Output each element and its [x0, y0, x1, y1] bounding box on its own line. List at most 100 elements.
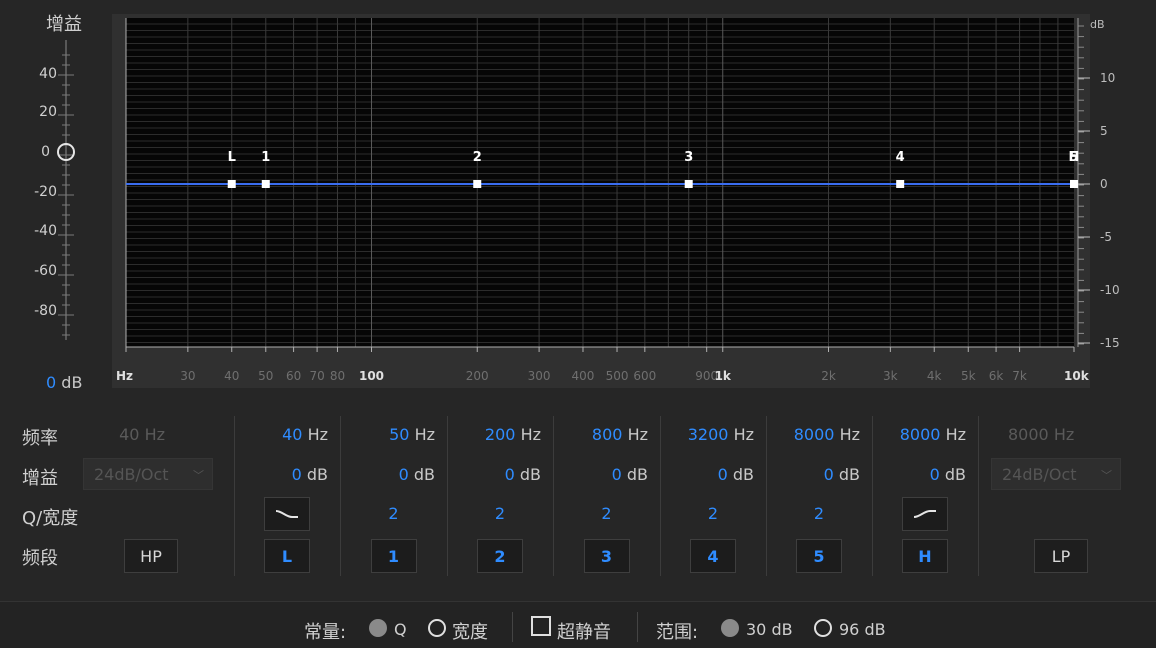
band-L-gain[interactable]: 0 dB	[234, 465, 328, 484]
divider	[637, 612, 638, 642]
right-axis-tick-label: 0	[1100, 177, 1108, 191]
band-H-button[interactable]: H	[902, 539, 948, 573]
frequency-tick-label: Hz	[116, 369, 133, 383]
frequency-tick-label: 200	[466, 369, 489, 383]
band-1-frequency[interactable]: 50 Hz	[340, 425, 435, 444]
gain-slider-label: 增益	[46, 14, 82, 35]
right-axis-tick-label: 10	[1100, 71, 1115, 85]
hp-slope-select[interactable]: 24dB/Oct ﹀	[83, 458, 213, 490]
band-3-frequency[interactable]: 800 Hz	[553, 425, 648, 444]
frequency-tick-label: 1k	[715, 369, 732, 383]
row-label-q-width: Q/宽度	[22, 508, 79, 529]
row-label-band: 频段	[22, 548, 58, 569]
band-1-button[interactable]: 1	[370, 539, 417, 573]
gain-tick-label: 20	[39, 104, 57, 120]
right-axis-tick-label: 5	[1100, 124, 1108, 138]
band-handle-2[interactable]	[473, 180, 482, 188]
gain-slider-track[interactable]	[54, 40, 84, 360]
row-label-frequency: 频率	[22, 428, 58, 449]
high-shelf-icon	[913, 510, 936, 518]
frequency-tick-label: 6k	[989, 369, 1004, 383]
ultra-quiet-label[interactable]: 超静音	[557, 618, 611, 644]
frequency-tick-label: 7k	[1012, 369, 1027, 383]
low-shelf-type-button[interactable]	[264, 497, 310, 531]
gain-readout[interactable]: 0 dB	[46, 373, 82, 392]
divider	[512, 612, 513, 642]
band-2-q[interactable]: 2	[480, 504, 520, 523]
band-5-q[interactable]: 2	[799, 504, 839, 523]
gain-tick-label: -40	[34, 223, 57, 239]
band-handle-1[interactable]	[261, 180, 270, 188]
frequency-tick-label: 3k	[883, 369, 898, 383]
range-30db-label[interactable]: 30 dB	[746, 620, 793, 639]
width-radio-label[interactable]: 宽度	[452, 618, 488, 644]
gain-tick-label: -20	[34, 184, 57, 200]
chevron-down-icon: ﹀	[1101, 469, 1112, 482]
low-shelf-icon	[275, 510, 298, 518]
right-axis-tick-label: -15	[1100, 336, 1120, 350]
frequency-tick-label: 80	[330, 369, 345, 383]
frequency-tick-label: 50	[258, 369, 273, 383]
band-handle-3[interactable]	[684, 180, 693, 188]
range-30db-radio[interactable]	[721, 619, 739, 637]
band-handle-label: 3	[684, 150, 693, 165]
band-4-button[interactable]: 4	[690, 539, 736, 573]
band-L-button[interactable]: L	[264, 539, 310, 573]
hp-frequency[interactable]: 40 Hz	[100, 425, 165, 444]
band-1-gain[interactable]: 0 dB	[340, 465, 435, 484]
band-2-button[interactable]: 2	[477, 539, 523, 573]
band-1-q[interactable]: 2	[374, 504, 414, 523]
band-handle-4[interactable]	[896, 180, 905, 188]
high-shelf-type-button[interactable]	[902, 497, 948, 531]
band-4-frequency[interactable]: 3200 Hz	[660, 425, 754, 444]
band-4-q[interactable]: 2	[693, 504, 733, 523]
lp-slope-select[interactable]: 24dB/Oct ﹀	[991, 458, 1121, 490]
band-5-button[interactable]: 5	[796, 539, 842, 573]
range-96db-radio[interactable]	[814, 619, 832, 637]
frequency-tick-label: 500	[606, 369, 629, 383]
frequency-tick-label: 100	[359, 369, 384, 383]
band-H-gain[interactable]: 0 dB	[872, 465, 966, 484]
band-handle-label: 2	[473, 150, 482, 165]
band-H-frequency[interactable]: 8000 Hz	[872, 425, 966, 444]
lp-button[interactable]: LP	[1034, 539, 1088, 573]
eq-graph[interactable]: dB1050-5-10-15Hz 30 40 50 60 70 80 100 200 300 400…	[112, 14, 1142, 394]
band-L-frequency[interactable]: 40 Hz	[234, 425, 328, 444]
band-handle-L[interactable]	[227, 180, 236, 188]
chevron-down-icon: ﹀	[193, 469, 204, 482]
frequency-tick-label: 60	[286, 369, 301, 383]
band-3-gain[interactable]: 0 dB	[553, 465, 648, 484]
band-2-frequency[interactable]: 200 Hz	[447, 425, 541, 444]
frequency-tick-label: 400	[572, 369, 595, 383]
band-5-gain[interactable]: 0 dB	[766, 465, 860, 484]
row-label-gain: 增益	[22, 468, 58, 489]
right-axis-tick-label: -10	[1100, 283, 1120, 297]
ultra-quiet-checkbox[interactable]	[531, 616, 551, 636]
q-radio[interactable]	[369, 619, 387, 637]
frequency-tick-label: 600	[633, 369, 656, 383]
band-handle-label: 4	[896, 150, 905, 165]
gain-tick-label: 40	[39, 66, 57, 82]
lp-frequency[interactable]: 8000 Hz	[1008, 425, 1074, 444]
gain-tick-label: 0	[41, 144, 50, 160]
width-radio[interactable]	[428, 619, 446, 637]
band-handle-label: H	[1069, 150, 1080, 165]
band-3-q[interactable]: 2	[587, 504, 627, 523]
band-handle-label: L	[228, 150, 236, 165]
band-3-button[interactable]: 3	[583, 539, 630, 573]
gain-tick-label: -60	[34, 263, 57, 279]
frequency-tick-label: 40	[224, 369, 239, 383]
frequency-tick-label: 5k	[961, 369, 976, 383]
band-4-gain[interactable]: 0 dB	[660, 465, 754, 484]
frequency-tick-label: 4k	[927, 369, 942, 383]
band-handle-H[interactable]	[1070, 180, 1078, 188]
band-2-gain[interactable]: 0 dB	[447, 465, 541, 484]
right-axis-unit: dB	[1090, 18, 1105, 31]
range-96db-label[interactable]: 96 dB	[839, 620, 886, 639]
band-5-frequency[interactable]: 8000 Hz	[766, 425, 860, 444]
constant-label: 常量:	[304, 622, 347, 643]
gain-tick-label: -80	[34, 303, 57, 319]
q-radio-label[interactable]: Q	[394, 620, 407, 639]
range-label: 范围:	[656, 622, 699, 643]
hp-button[interactable]: HP	[124, 539, 178, 573]
